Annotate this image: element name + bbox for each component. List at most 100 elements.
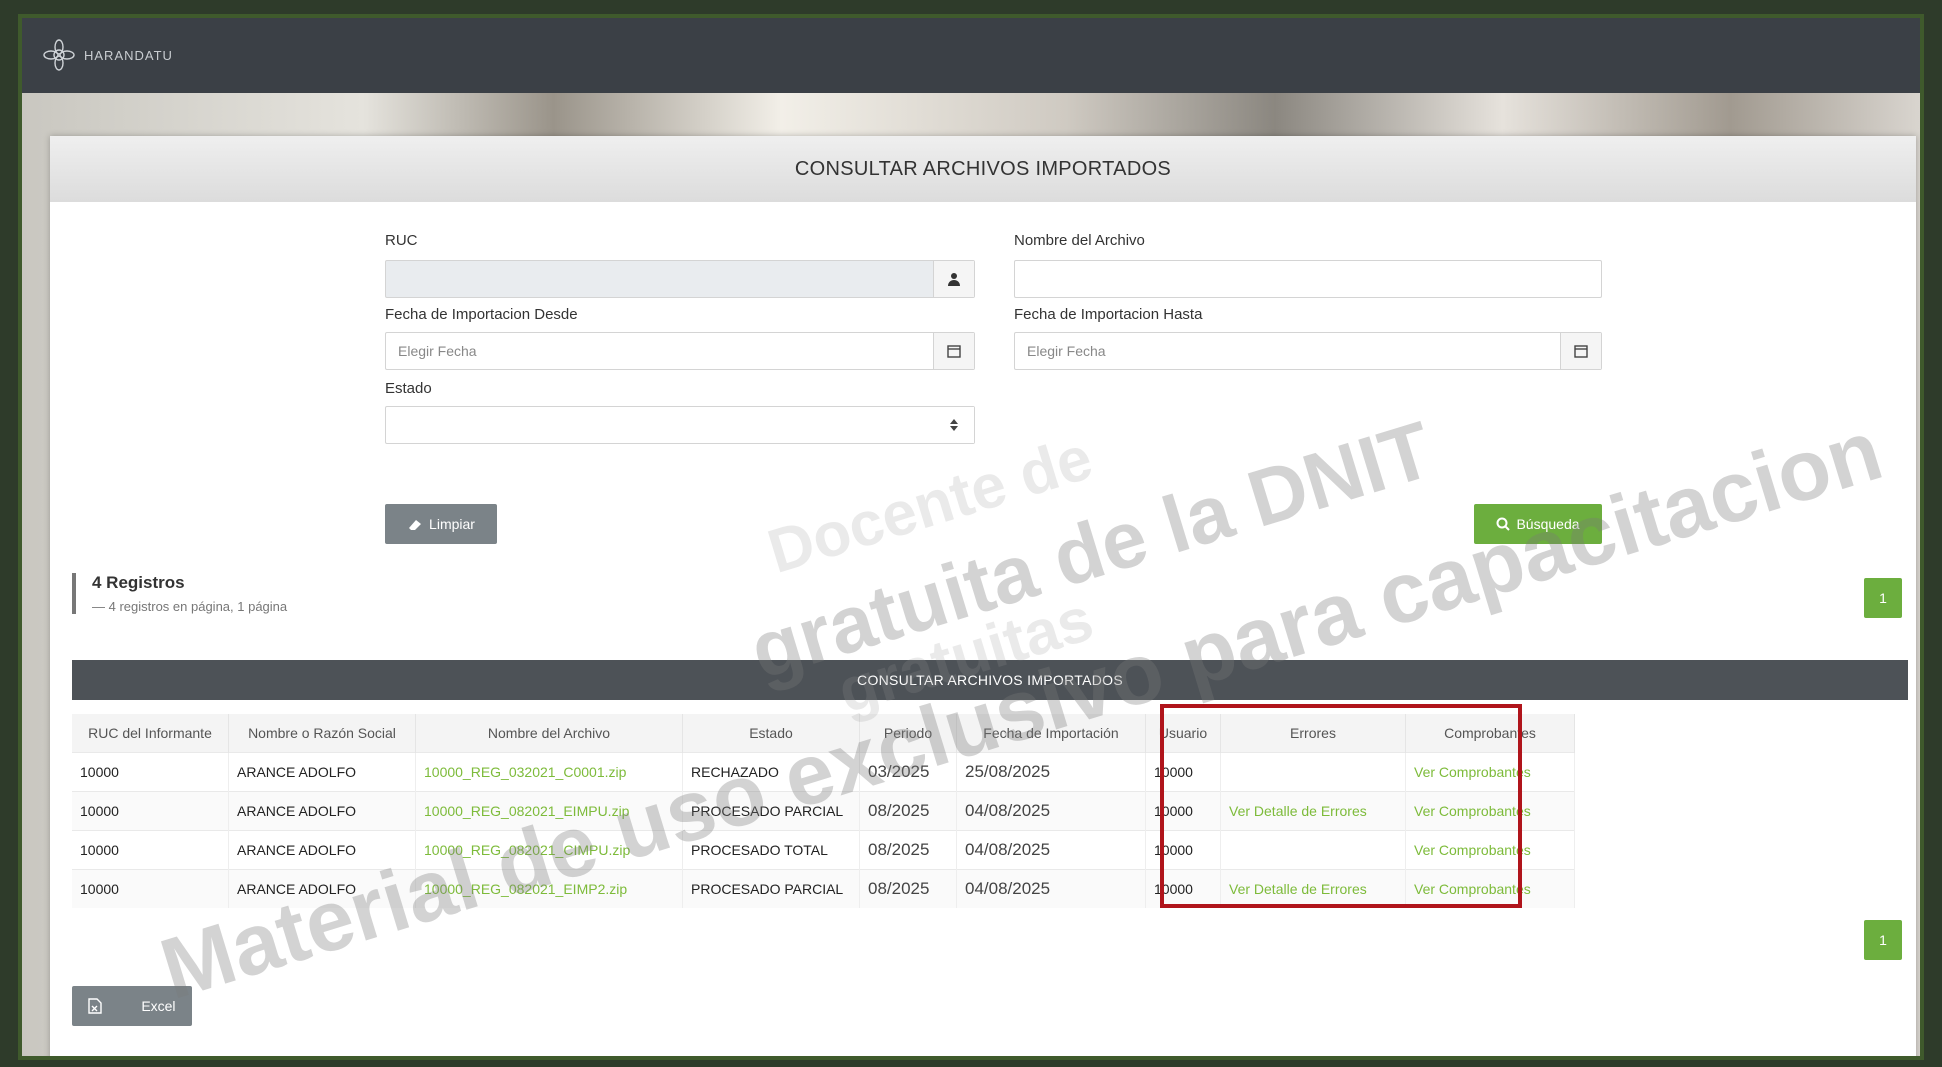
column-header[interactable]: Nombre del Archivo bbox=[415, 714, 683, 753]
nombre-archivo-label: Nombre del Archivo bbox=[1014, 232, 1145, 249]
registros-subtitle: — 4 registros en página, 1 página bbox=[92, 599, 288, 614]
table-row: 10000 ARANCE ADOLFO 10000_REG_082021_CIMPU… bbox=[72, 830, 1575, 870]
ver-errores-link[interactable]: Ver Detalle de Errores bbox=[1229, 881, 1367, 897]
cell-comprobantes: Ver Comprobantes bbox=[1405, 752, 1575, 792]
table-body: 10000 ARANCE ADOLFO 10000_REG_032021_C0001… bbox=[72, 752, 1575, 908]
fecha-desde-input[interactable]: Elegir Fecha bbox=[385, 332, 975, 370]
results-table: RUC del Informante Nombre o Razón Social N… bbox=[72, 714, 1575, 908]
cell-nombre: ARANCE ADOLFO bbox=[228, 869, 416, 908]
periodo-value: 08/2025 bbox=[868, 840, 930, 859]
column-header[interactable]: RUC del Informante bbox=[72, 714, 229, 753]
limpiar-label: Limpiar bbox=[429, 516, 475, 532]
pagination-bottom-page[interactable]: 1 bbox=[1864, 920, 1902, 960]
calendar-icon[interactable] bbox=[1560, 333, 1601, 369]
table-header-row: RUC del Informante Nombre o Razón Social N… bbox=[72, 714, 1575, 753]
nombre-value: ARANCE ADOLFO bbox=[237, 881, 357, 897]
fecha-hasta-input[interactable]: Elegir Fecha bbox=[1014, 332, 1602, 370]
nombre-archivo-input[interactable] bbox=[1014, 260, 1602, 298]
excel-button[interactable]: Excel bbox=[72, 986, 192, 1026]
cell-errores bbox=[1220, 830, 1406, 870]
ruc-label: RUC bbox=[385, 232, 418, 249]
column-header[interactable]: Usuario bbox=[1145, 714, 1221, 753]
usuario-value: 10000 bbox=[1154, 842, 1193, 858]
main-panel: CONSULTAR ARCHIVOS IMPORTADOS RUC Nombre… bbox=[50, 136, 1916, 1056]
estado-value: PROCESADO PARCIAL bbox=[691, 803, 844, 819]
cell-fecha: 04/08/2025 bbox=[956, 830, 1146, 870]
table-title-bar: CONSULTAR ARCHIVOS IMPORTADOS bbox=[72, 660, 1908, 700]
search-icon bbox=[1496, 517, 1511, 531]
cell-fecha: 25/08/2025 bbox=[956, 752, 1146, 792]
estado-value: RECHAZADO bbox=[691, 764, 779, 780]
ver-comprobantes-link[interactable]: Ver Comprobantes bbox=[1414, 803, 1531, 819]
busqueda-button[interactable]: Búsqueda bbox=[1474, 504, 1602, 544]
estado-select[interactable] bbox=[385, 406, 975, 444]
usuario-value: 10000 bbox=[1154, 764, 1193, 780]
cell-usuario: 10000 bbox=[1145, 830, 1221, 870]
cell-errores bbox=[1220, 752, 1406, 792]
column-header[interactable]: Periodo bbox=[859, 714, 957, 753]
busqueda-label: Búsqueda bbox=[1516, 516, 1580, 532]
cell-comprobantes: Ver Comprobantes bbox=[1405, 791, 1575, 831]
estado-label: Estado bbox=[385, 380, 432, 397]
ruc-value: 10000 bbox=[80, 881, 119, 897]
fecha-hasta-label: Fecha de Importacion Hasta bbox=[1014, 306, 1203, 323]
select-arrows-icon bbox=[934, 407, 974, 443]
registros-summary: 4 Registros — 4 registros en página, 1 p… bbox=[72, 573, 287, 614]
ver-comprobantes-link[interactable]: Ver Comprobantes bbox=[1414, 764, 1531, 780]
nombre-value: ARANCE ADOLFO bbox=[237, 842, 357, 858]
cell-estado: PROCESADO PARCIAL bbox=[682, 791, 860, 831]
ver-comprobantes-link[interactable]: Ver Comprobantes bbox=[1414, 842, 1531, 858]
ruc-value: 10000 bbox=[80, 842, 119, 858]
logo-icon bbox=[43, 39, 75, 71]
table-row: 10000 ARANCE ADOLFO 10000_REG_082021_EIMPU… bbox=[72, 791, 1575, 831]
cell-fecha: 04/08/2025 bbox=[956, 791, 1146, 831]
archivo-link[interactable]: 10000_REG_082021_CIMPU.zip bbox=[424, 842, 630, 858]
ruc-value: 10000 bbox=[80, 803, 119, 819]
column-header[interactable]: Errores bbox=[1220, 714, 1406, 753]
table-row: 10000 ARANCE ADOLFO 10000_REG_032021_C0001… bbox=[72, 752, 1575, 792]
ver-comprobantes-link[interactable]: Ver Comprobantes bbox=[1414, 881, 1531, 897]
archivo-link[interactable]: 10000_REG_032021_C0001.zip bbox=[424, 764, 626, 780]
usuario-value: 10000 bbox=[1154, 881, 1193, 897]
usuario-value: 10000 bbox=[1154, 803, 1193, 819]
cell-archivo: 10000_REG_032021_C0001.zip bbox=[415, 752, 683, 792]
cell-ruc: 10000 bbox=[72, 752, 229, 792]
fecha-desde-label: Fecha de Importacion Desde bbox=[385, 306, 578, 323]
app-logo[interactable]: HARANDATU bbox=[42, 38, 173, 72]
archivo-link[interactable]: 10000_REG_082021_EIMP2.zip bbox=[424, 881, 627, 897]
limpiar-button[interactable]: Limpiar bbox=[385, 504, 497, 544]
cell-periodo: 08/2025 bbox=[859, 830, 957, 870]
cell-ruc: 10000 bbox=[72, 869, 229, 908]
column-header[interactable]: Fecha de Importación bbox=[956, 714, 1146, 753]
periodo-value: 08/2025 bbox=[868, 801, 930, 820]
cell-nombre: ARANCE ADOLFO bbox=[228, 830, 416, 870]
cell-nombre: ARANCE ADOLFO bbox=[228, 791, 416, 831]
column-header[interactable]: Nombre o Razón Social bbox=[228, 714, 416, 753]
archivo-link[interactable]: 10000_REG_082021_EIMPU.zip bbox=[424, 803, 629, 819]
nombre-value: ARANCE ADOLFO bbox=[237, 803, 357, 819]
fecha-hasta-placeholder: Elegir Fecha bbox=[1027, 343, 1106, 359]
cell-periodo: 08/2025 bbox=[859, 869, 957, 908]
registros-title: 4 Registros bbox=[92, 573, 185, 592]
table-row: 10000 ARANCE ADOLFO 10000_REG_082021_EIMP2… bbox=[72, 869, 1575, 908]
periodo-value: 08/2025 bbox=[868, 879, 930, 898]
ver-errores-link[interactable]: Ver Detalle de Errores bbox=[1229, 803, 1367, 819]
cell-periodo: 03/2025 bbox=[859, 752, 957, 792]
cell-comprobantes: Ver Comprobantes bbox=[1405, 830, 1575, 870]
cell-errores: Ver Detalle de Errores bbox=[1220, 869, 1406, 908]
cell-estado: PROCESADO PARCIAL bbox=[682, 869, 860, 908]
top-navbar: HARANDATU bbox=[22, 18, 1920, 93]
pagination-top-page[interactable]: 1 bbox=[1864, 578, 1902, 618]
calendar-icon[interactable] bbox=[933, 333, 974, 369]
cell-usuario: 10000 bbox=[1145, 869, 1221, 908]
column-header[interactable]: Estado bbox=[682, 714, 860, 753]
page-title: CONSULTAR ARCHIVOS IMPORTADOS bbox=[50, 136, 1916, 202]
cell-archivo: 10000_REG_082021_EIMPU.zip bbox=[415, 791, 683, 831]
cell-errores: Ver Detalle de Errores bbox=[1220, 791, 1406, 831]
user-icon bbox=[933, 261, 974, 297]
column-header[interactable]: Comprobantes bbox=[1405, 714, 1575, 753]
fecha-value: 04/08/2025 bbox=[965, 801, 1051, 820]
ruc-input[interactable] bbox=[385, 260, 975, 298]
fecha-value: 04/08/2025 bbox=[965, 840, 1051, 859]
cell-ruc: 10000 bbox=[72, 791, 229, 831]
